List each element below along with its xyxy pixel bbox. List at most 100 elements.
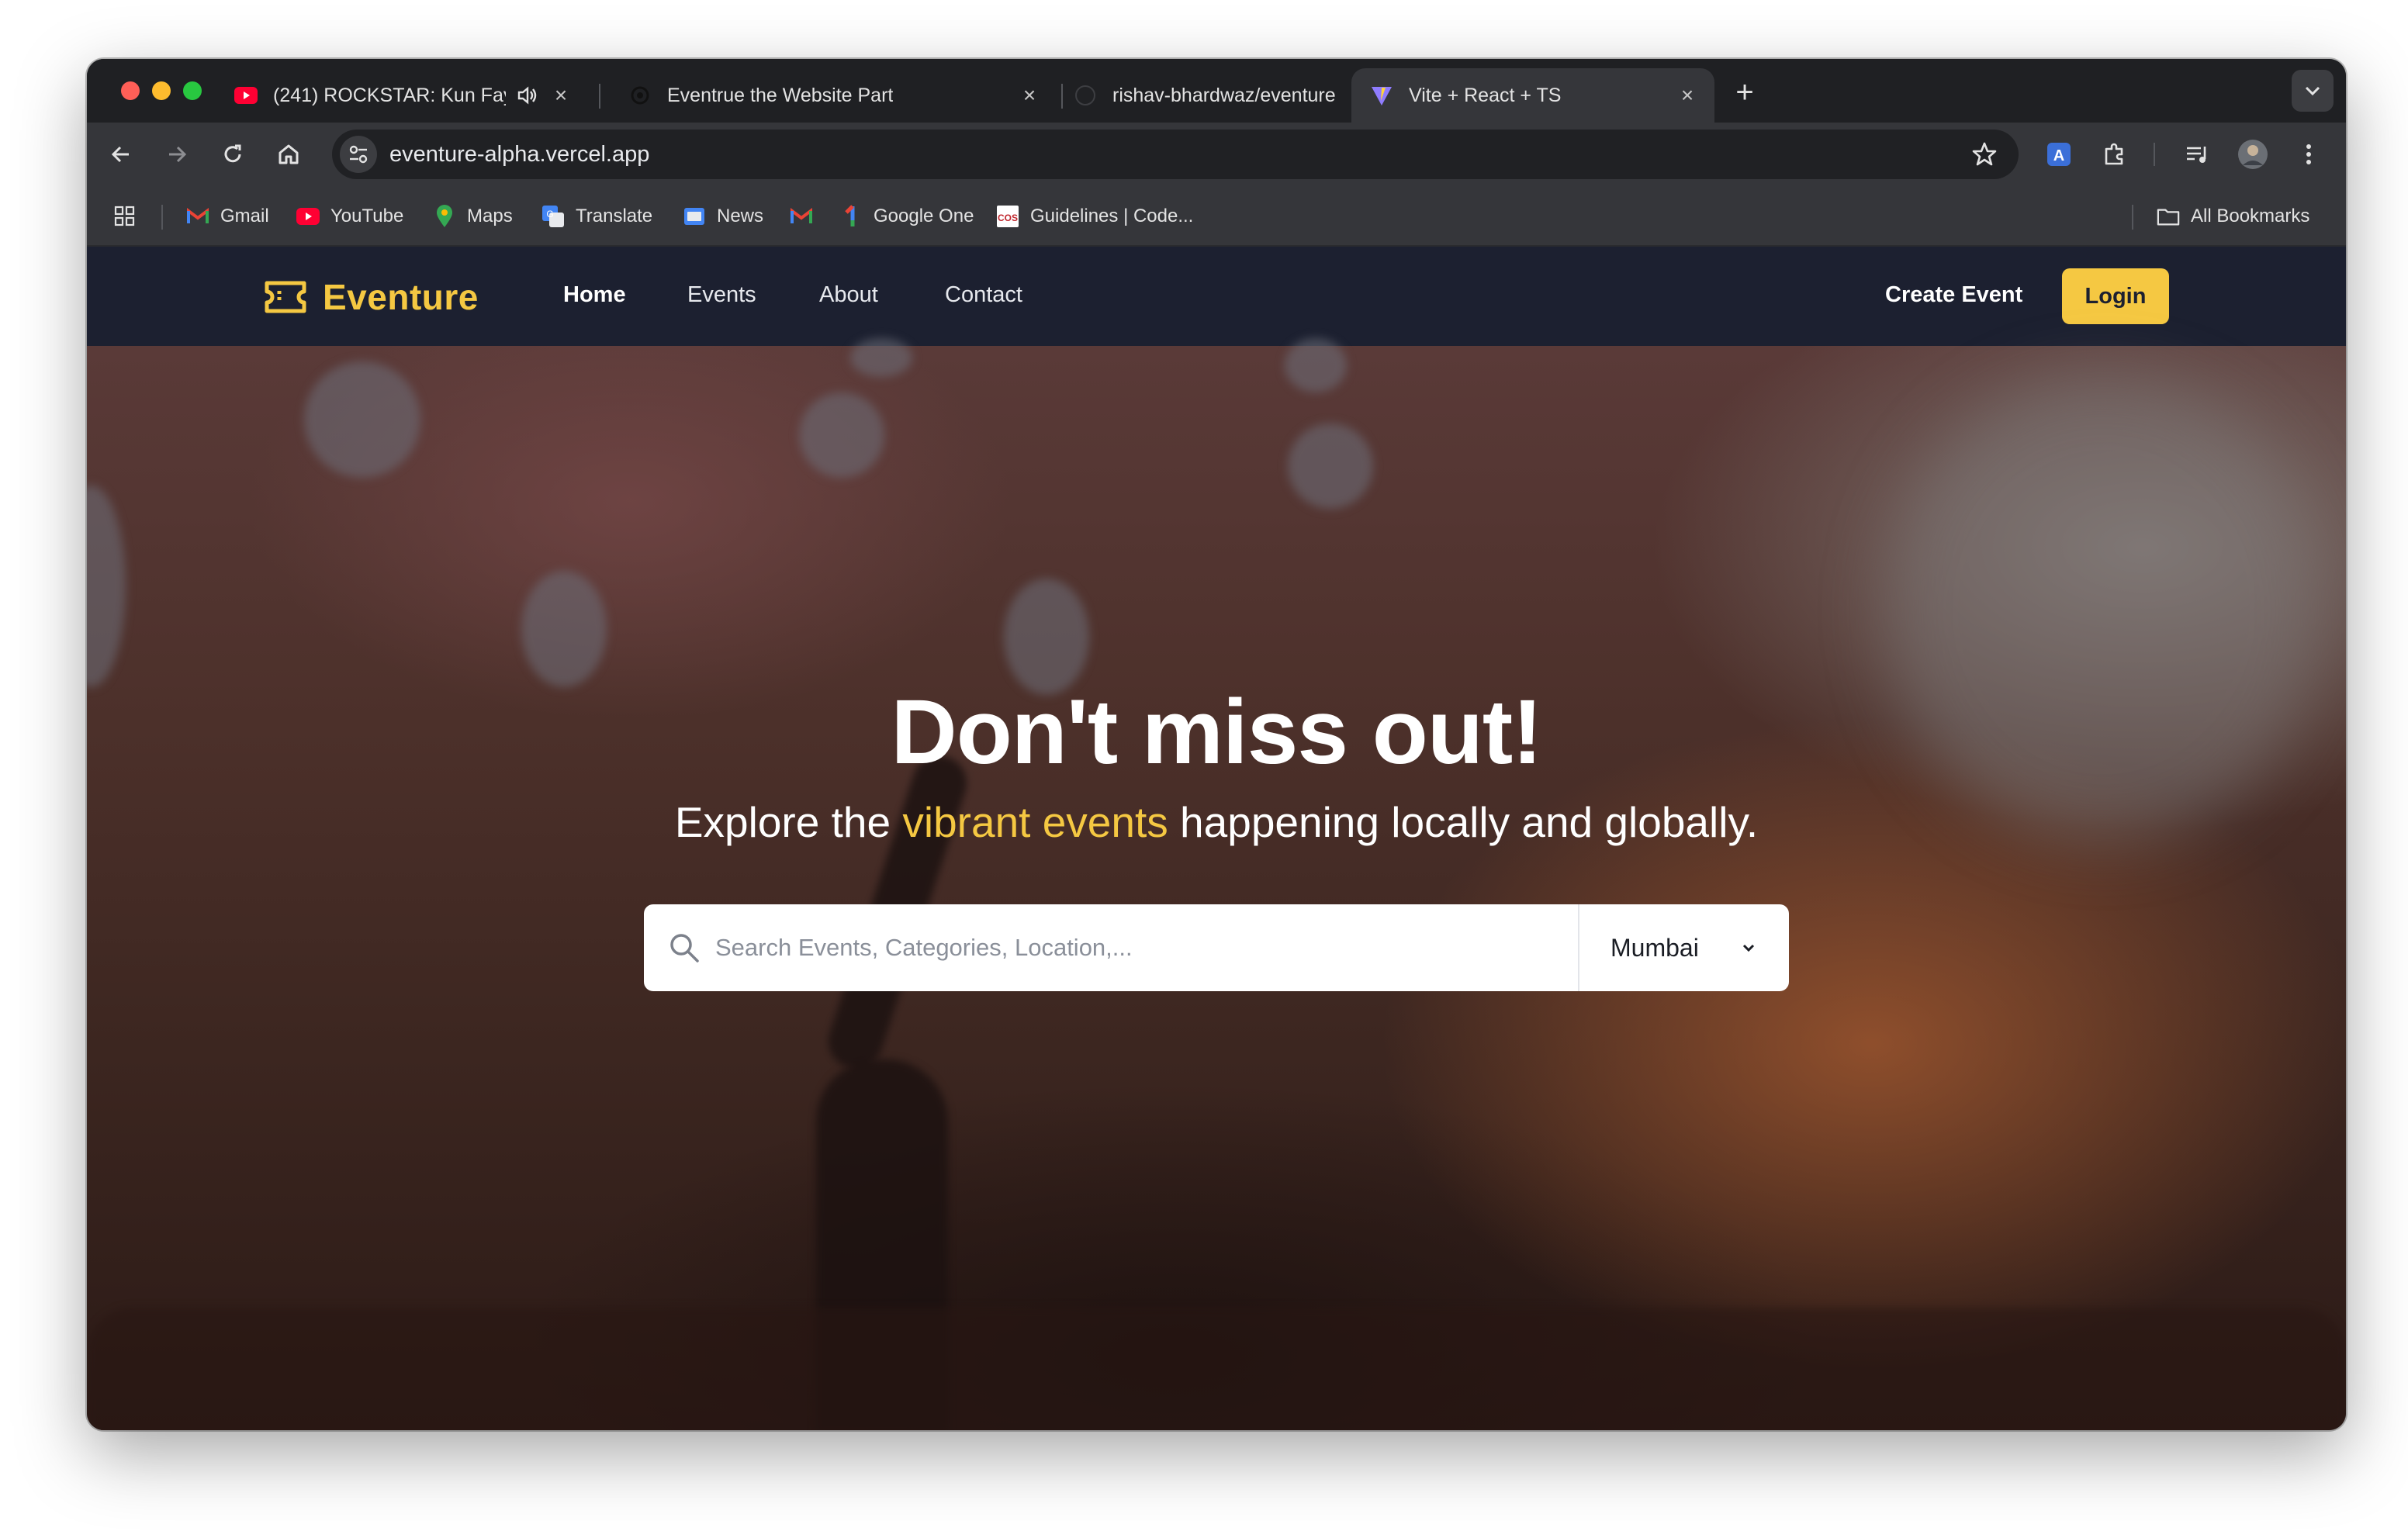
city-select[interactable]: Mumbai xyxy=(1579,904,1789,991)
tab-search-button[interactable] xyxy=(2292,70,2334,112)
search-icon xyxy=(670,934,699,962)
bokeh-light xyxy=(1004,579,1089,695)
forward-button[interactable] xyxy=(158,136,195,173)
bookmark-label: Translate xyxy=(576,206,653,226)
nav-about-link[interactable]: About xyxy=(819,282,878,308)
maps-icon xyxy=(433,205,456,228)
tab-vite[interactable]: Vite + React + TS × xyxy=(1351,68,1714,123)
arrow-right-icon xyxy=(169,146,187,163)
svg-text:A: A xyxy=(2053,147,2064,164)
site-info-icon[interactable] xyxy=(340,136,377,173)
all-bookmarks[interactable]: All Bookmarks xyxy=(2157,202,2309,231)
bookmark-separator xyxy=(161,205,163,230)
translate-extension-icon[interactable]: A xyxy=(2040,136,2078,173)
bookmark-maps[interactable]: Maps xyxy=(433,202,513,231)
site-logo[interactable]: Eventure xyxy=(264,276,479,318)
bookmark-translate[interactable]: G Translate xyxy=(541,202,652,231)
address-bar[interactable]: eventure-alpha.vercel.app xyxy=(332,130,2019,179)
bookmark-label: YouTube xyxy=(330,206,404,226)
bokeh-light xyxy=(799,392,884,478)
close-tab-icon[interactable]: × xyxy=(548,82,574,109)
toolbar-separator xyxy=(2154,143,2155,166)
google-one-icon xyxy=(839,205,863,228)
guidelines-icon: COS xyxy=(996,205,1019,228)
city-value: Mumbai xyxy=(1611,934,1699,962)
profile-avatar[interactable] xyxy=(2234,136,2271,173)
subtitle-text: happening locally and globally. xyxy=(1168,798,1759,846)
bookmark-guidelines[interactable]: COS Guidelines | Code... xyxy=(996,202,1193,231)
apps-grid-icon[interactable] xyxy=(113,202,137,231)
tab-title: Eventrue the Website Part xyxy=(667,84,894,106)
hero-title: Don't miss out! xyxy=(891,681,1542,783)
extensions-puzzle-icon[interactable] xyxy=(2096,136,2133,173)
vite-icon xyxy=(1370,84,1393,107)
bookmark-label: Maps xyxy=(467,206,513,226)
maximize-window-button[interactable] xyxy=(183,81,202,100)
bokeh-light xyxy=(87,486,126,687)
bokeh-light xyxy=(1288,423,1373,509)
bokeh-light xyxy=(850,338,912,377)
home-button[interactable] xyxy=(270,136,307,173)
media-control-icon[interactable] xyxy=(2178,136,2216,173)
bokeh-light xyxy=(521,571,607,687)
nav-events-link[interactable]: Events xyxy=(687,282,756,308)
bookmark-label: Google One xyxy=(874,206,974,226)
create-event-link[interactable]: Create Event xyxy=(1885,282,2022,308)
bokeh-light xyxy=(1285,338,1347,392)
ticket-icon xyxy=(265,281,306,313)
all-bookmarks-label: All Bookmarks xyxy=(2191,206,2310,226)
new-tab-button[interactable]: + xyxy=(1725,73,1764,112)
nav-home-link[interactable]: Home xyxy=(563,282,626,308)
bookmark-label: News xyxy=(717,206,764,226)
tab-youtube[interactable]: (241) ROCKSTAR: Kun Faya × xyxy=(216,68,588,123)
browser-menu-icon[interactable] xyxy=(2290,136,2327,173)
url-text[interactable]: eventure-alpha.vercel.app xyxy=(389,142,649,168)
bookmark-gmail-2[interactable] xyxy=(790,202,824,231)
github-icon xyxy=(1074,84,1097,107)
back-button[interactable] xyxy=(102,136,140,173)
chevron-down-icon xyxy=(2305,86,2320,96)
youtube-icon xyxy=(234,84,258,107)
close-tab-icon[interactable]: × xyxy=(1674,82,1700,109)
chatgpt-icon xyxy=(628,84,652,107)
bookmark-youtube[interactable]: YouTube xyxy=(296,202,403,231)
reload-button[interactable] xyxy=(214,136,251,173)
browser-window: (241) ROCKSTAR: Kun Faya × Eventrue the … xyxy=(87,59,2346,1430)
bookmark-gmail[interactable]: Gmail xyxy=(186,202,269,231)
arrow-left-icon xyxy=(111,146,129,163)
web-page: Eventure Home Events About Contact Creat… xyxy=(87,247,2346,1430)
hero-section: Don't miss out! Explore the vibrant even… xyxy=(87,338,2346,1430)
news-icon xyxy=(683,205,706,228)
svg-text:COS: COS xyxy=(998,213,1018,223)
bookmark-google-one[interactable]: Google One xyxy=(839,202,974,231)
youtube-icon xyxy=(296,205,320,228)
site-navbar: Eventure Home Events About Contact Creat… xyxy=(87,247,2346,346)
bookmark-separator xyxy=(2132,205,2133,230)
gmail-icon xyxy=(790,205,813,228)
login-button[interactable]: Login xyxy=(2062,268,2169,324)
logo-text: Eventure xyxy=(323,277,479,317)
tab-title: (241) ROCKSTAR: Kun Faya xyxy=(273,84,506,106)
tab-separator xyxy=(599,84,600,109)
nav-contact-link[interactable]: Contact xyxy=(945,282,1022,308)
tab-title: Vite + React + TS xyxy=(1409,84,1562,106)
close-window-button[interactable] xyxy=(121,81,140,100)
bokeh-light xyxy=(304,361,420,478)
subtitle-text: Explore the xyxy=(674,798,903,846)
folder-icon xyxy=(2157,205,2180,228)
speaker-icon[interactable] xyxy=(517,84,540,107)
hero-subtitle: Explore the vibrant events happening loc… xyxy=(87,797,2346,847)
crowd-silhouette xyxy=(87,1308,2346,1430)
tab-strip: (241) ROCKSTAR: Kun Faya × Eventrue the … xyxy=(87,59,2346,123)
minimize-window-button[interactable] xyxy=(152,81,171,100)
bookmark-star-icon[interactable] xyxy=(1967,137,2001,171)
search-input[interactable] xyxy=(715,923,1561,973)
home-icon xyxy=(279,144,299,164)
bookmark-news[interactable]: News xyxy=(683,202,763,231)
bookmark-label: Gmail xyxy=(220,206,269,226)
bookmark-label: Guidelines | Code... xyxy=(1030,206,1194,226)
tab-title: rishav-bhardwaz/eventure xyxy=(1112,84,1336,106)
browser-toolbar: eventure-alpha.vercel.app A xyxy=(87,123,2346,186)
event-search-bar: Mumbai xyxy=(644,904,1789,991)
translate-icon: G xyxy=(541,205,565,228)
